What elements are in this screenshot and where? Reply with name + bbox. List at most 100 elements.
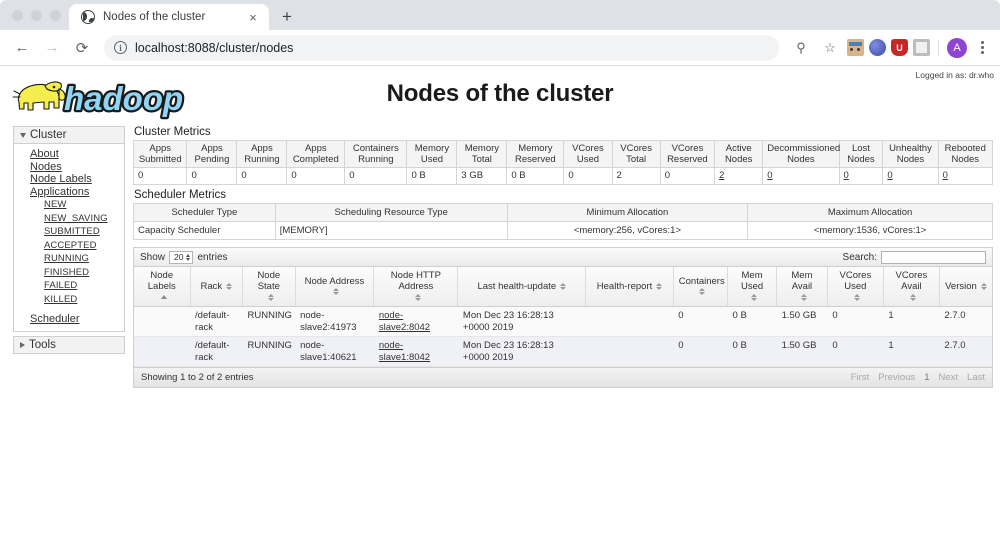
sidebar-item-finished[interactable]: FINISHED xyxy=(14,266,124,280)
sidebar-tools-header[interactable]: Tools xyxy=(14,336,124,353)
info-icon[interactable]: i xyxy=(114,41,127,54)
col-rack[interactable]: Rack xyxy=(189,267,243,307)
sidebar-item-about[interactable]: About xyxy=(14,148,124,161)
col-vcores-used[interactable]: VCores Used xyxy=(826,267,884,307)
col-containers[interactable]: Containers xyxy=(672,267,728,307)
sidebar-item-label[interactable]: Applications xyxy=(30,186,89,198)
table-row[interactable]: /default-rack RUNNING node-slave2:41973 … xyxy=(134,306,992,337)
sidebar-item-new-saving[interactable]: NEW_SAVING xyxy=(14,212,124,226)
back-icon[interactable]: ← xyxy=(8,34,36,62)
sidebar-item-label[interactable]: KILLED xyxy=(44,294,77,305)
new-tab-button[interactable]: + xyxy=(273,4,301,30)
sidebar-item-label[interactable]: RUNNING xyxy=(44,253,89,264)
col-node-http-address[interactable]: Node HTTP Address xyxy=(373,267,458,307)
extension-box-icon[interactable] xyxy=(847,39,864,56)
sidebar-item-submitted[interactable]: SUBMITTED xyxy=(14,225,124,239)
val-rebooted-nodes[interactable]: 0 xyxy=(937,167,994,185)
sidebar-item-label[interactable]: ACCEPTED xyxy=(44,240,97,251)
pagination-last[interactable]: Last xyxy=(967,372,985,383)
sidebar-item-label[interactable]: SUBMITTED xyxy=(44,226,100,237)
search-icon[interactable]: ⚲ xyxy=(789,36,813,60)
pagination-next[interactable]: Next xyxy=(938,372,958,383)
extension-document-icon[interactable] xyxy=(913,39,930,56)
col-apps-running: Apps Running xyxy=(236,140,288,168)
forward-icon[interactable]: → xyxy=(38,34,66,62)
sidebar-item-label[interactable]: Node Labels xyxy=(30,173,92,185)
brand-row: hadoop hadoop Nodes of the cluster xyxy=(0,66,1000,126)
sidebar-item-failed[interactable]: FAILED xyxy=(14,279,124,293)
rebooted-nodes-link[interactable]: 0 xyxy=(943,170,948,181)
col-mem-used[interactable]: Mem Used xyxy=(727,267,777,307)
col-node-state[interactable]: Node State xyxy=(242,267,296,307)
reload-icon[interactable]: ⟳ xyxy=(68,34,96,62)
sidebar-item-label[interactable]: About xyxy=(30,148,59,160)
col-apps-completed: Apps Completed xyxy=(286,140,346,168)
close-window-button[interactable] xyxy=(12,9,23,21)
val-minimum-allocation: <memory:256, vCores:1> xyxy=(506,221,749,240)
menu-icon[interactable] xyxy=(972,38,992,58)
sidebar-item-new[interactable]: NEW xyxy=(14,198,124,212)
unhealthy-nodes-link[interactable]: 0 xyxy=(887,170,892,181)
sort-icon xyxy=(980,282,987,290)
address-bar[interactable]: i localhost:8088/cluster/nodes xyxy=(104,34,779,61)
col-health-report[interactable]: Health-report xyxy=(585,267,674,307)
cell-node-address: node-slave1:40621 xyxy=(295,336,374,367)
sidebar-item-accepted[interactable]: ACCEPTED xyxy=(14,239,124,253)
active-nodes-link[interactable]: 2 xyxy=(719,170,724,181)
sidebar-item-node-labels[interactable]: Node Labels xyxy=(14,173,124,186)
sort-icon xyxy=(226,282,233,290)
minimize-window-button[interactable] xyxy=(31,9,42,21)
sidebar-item-label[interactable]: Nodes xyxy=(30,161,62,173)
col-vcores-avail[interactable]: VCores Avail xyxy=(882,267,940,307)
scheduler-metrics-table: Scheduler Type Scheduling Resource Type … xyxy=(133,203,993,240)
col-node-address[interactable]: Node Address xyxy=(294,267,374,307)
col-last-health-update[interactable]: Last health-update xyxy=(457,267,586,307)
lost-nodes-link[interactable]: 0 xyxy=(844,170,849,181)
maximize-window-button[interactable] xyxy=(50,9,61,21)
val-apps-completed: 0 xyxy=(286,167,346,185)
table-row[interactable]: /default-rack RUNNING node-slave1:40621 … xyxy=(134,336,992,367)
search-input[interactable] xyxy=(881,250,986,264)
sidebar-cluster-header[interactable]: Cluster xyxy=(14,127,124,144)
extension-shield-icon[interactable]: U xyxy=(891,39,908,56)
node-http-address-link[interactable]: node-slave1:8042 xyxy=(379,340,430,363)
sidebar-item-label[interactable]: NEW xyxy=(44,199,66,210)
bookmark-star-icon[interactable]: ☆ xyxy=(818,36,842,60)
sidebar-item-label[interactable]: FAILED xyxy=(44,280,77,291)
scheduler-metrics-header-row: Scheduler Type Scheduling Resource Type … xyxy=(133,203,993,222)
val-lost-nodes[interactable]: 0 xyxy=(838,167,884,185)
sidebar-item-label[interactable]: Scheduler xyxy=(30,313,80,325)
sidebar-cluster-label: Cluster xyxy=(30,129,67,141)
col-memory-used: Memory Used xyxy=(406,140,458,168)
pagination-previous[interactable]: Previous xyxy=(878,372,915,383)
pagination-first[interactable]: First xyxy=(851,372,869,383)
col-mem-avail[interactable]: Mem Avail xyxy=(776,267,828,307)
sidebar-item-applications[interactable]: Applications xyxy=(14,186,124,199)
sidebar-item-label[interactable]: FINISHED xyxy=(44,267,89,278)
pagination-page-1[interactable]: 1 xyxy=(924,372,929,383)
val-memory-total: 3 GB xyxy=(456,167,508,185)
col-version[interactable]: Version xyxy=(938,267,992,307)
val-active-nodes[interactable]: 2 xyxy=(714,167,764,185)
cell-node-labels xyxy=(134,336,191,367)
sidebar-item-scheduler[interactable]: Scheduler xyxy=(14,313,124,326)
tab-title: Nodes of the cluster xyxy=(103,11,206,23)
node-http-address-link[interactable]: node-slave2:8042 xyxy=(379,310,430,333)
extension-circle-icon[interactable] xyxy=(869,39,886,56)
sidebar-item-nodes[interactable]: Nodes xyxy=(14,161,124,174)
sort-icon xyxy=(800,293,807,301)
sidebar-item-killed[interactable]: KILLED xyxy=(14,293,124,307)
col-last-health-update-label: Last health-update xyxy=(477,281,557,292)
avatar[interactable]: A xyxy=(947,37,967,58)
val-unhealthy-nodes[interactable]: 0 xyxy=(882,167,939,185)
cell-node-http-address[interactable]: node-slave1:8042 xyxy=(373,336,458,367)
cell-node-http-address[interactable]: node-slave2:8042 xyxy=(373,306,458,337)
col-node-labels[interactable]: Node Labels xyxy=(134,267,191,307)
sidebar-item-running[interactable]: RUNNING xyxy=(14,252,124,266)
val-decommissioned-nodes[interactable]: 0 xyxy=(762,167,840,185)
browser-tab[interactable]: Nodes of the cluster × xyxy=(69,4,269,30)
decommissioned-nodes-link[interactable]: 0 xyxy=(767,170,772,181)
entries-select[interactable]: 20 xyxy=(169,250,194,264)
sidebar-item-label[interactable]: NEW_SAVING xyxy=(44,213,108,224)
close-icon[interactable]: × xyxy=(245,9,261,25)
